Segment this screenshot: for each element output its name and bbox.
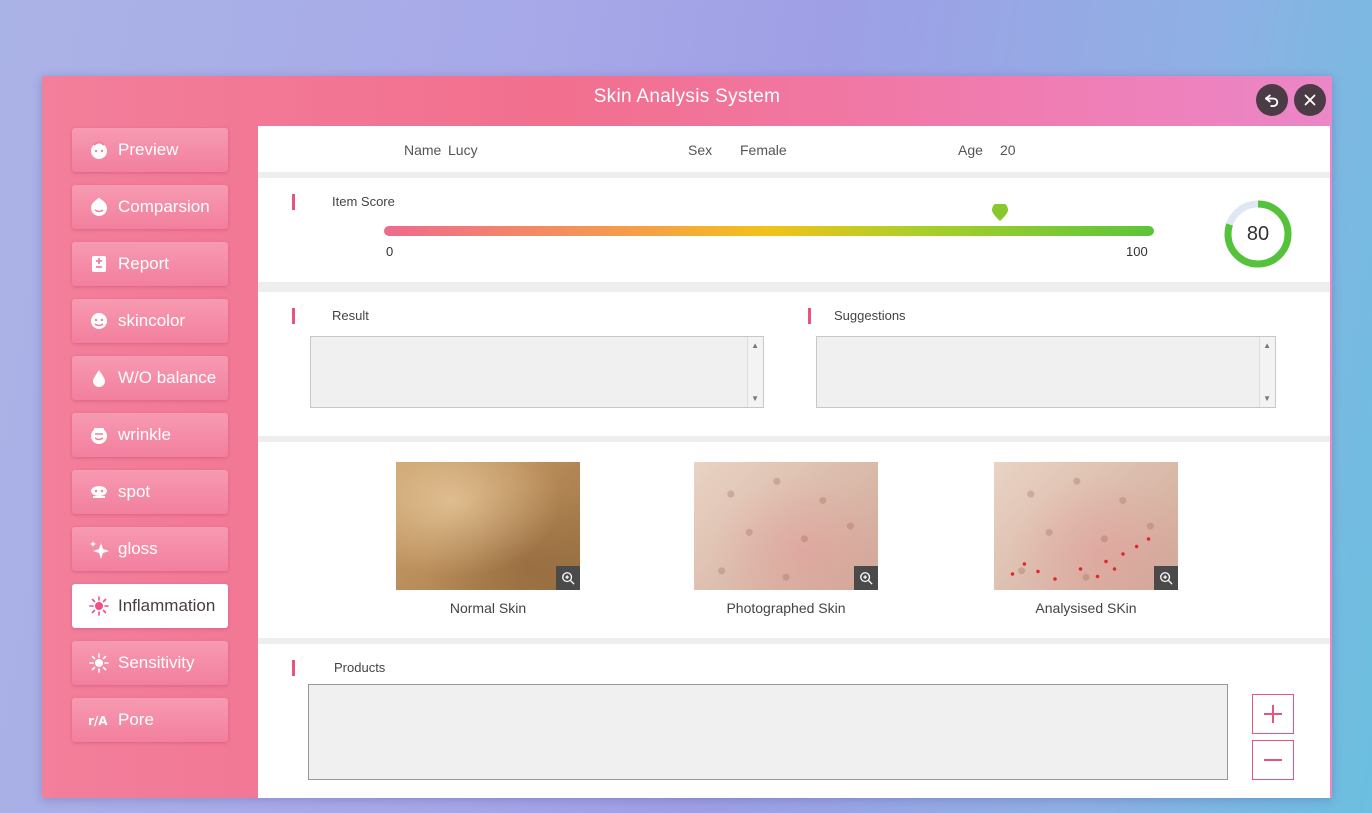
skin-images-panel: Normal Skin Photographed Skin Analysised… bbox=[258, 442, 1330, 638]
sidebar-item-spot[interactable]: spot bbox=[72, 470, 228, 514]
patient-info-bar: Name Lucy Sex Female Age 20 bbox=[258, 126, 1330, 172]
item-score-title: Item Score bbox=[332, 194, 395, 209]
scroll-up-icon[interactable]: ▲ bbox=[1263, 341, 1271, 350]
zoom-in-icon[interactable] bbox=[1154, 566, 1178, 590]
add-product-button[interactable] bbox=[1252, 694, 1294, 734]
water-drop-icon bbox=[88, 367, 110, 389]
products-list[interactable] bbox=[308, 684, 1228, 780]
normal-skin-label: Normal Skin bbox=[449, 600, 527, 616]
sidebar-item-skincolor[interactable]: skincolor bbox=[72, 299, 228, 343]
window-title: Skin Analysis System bbox=[593, 86, 781, 107]
minus-icon bbox=[1264, 759, 1282, 761]
sidebar-item-comparsion[interactable]: Comparsion bbox=[72, 185, 228, 229]
plus-icon bbox=[1264, 705, 1282, 723]
result-scrollbar[interactable]: ▲ ▼ bbox=[747, 337, 763, 407]
score-max-label: 100 bbox=[1126, 244, 1148, 259]
score-min-label: 0 bbox=[386, 244, 394, 259]
undo-icon bbox=[1265, 94, 1279, 107]
sensitivity-icon bbox=[88, 652, 110, 674]
svg-text:r/A: r/A bbox=[88, 714, 108, 728]
result-textarea[interactable]: ▲ ▼ bbox=[310, 336, 764, 408]
sidebar-item-report[interactable]: Report bbox=[72, 242, 228, 286]
wrinkle-icon bbox=[88, 424, 110, 446]
suggestions-title: Suggestions bbox=[834, 308, 906, 323]
normal-skin-image[interactable] bbox=[396, 462, 580, 590]
score-value: 80 bbox=[1246, 222, 1270, 245]
section-marker bbox=[292, 308, 295, 324]
inflammation-icon bbox=[88, 595, 110, 617]
pore-icon: r/A bbox=[88, 709, 110, 731]
photographed-skin-image[interactable] bbox=[694, 462, 878, 590]
report-icon bbox=[88, 253, 110, 275]
zoom-in-icon[interactable] bbox=[854, 566, 878, 590]
section-marker bbox=[808, 308, 811, 324]
analysed-skin-image[interactable] bbox=[994, 462, 1178, 590]
photographed-skin-label: Photographed Skin bbox=[726, 600, 846, 616]
sidebar-item-label: spot bbox=[118, 482, 151, 501]
scroll-up-icon[interactable]: ▲ bbox=[751, 341, 759, 350]
sidebar-item-label: Inflammation bbox=[118, 596, 216, 615]
sidebar-item-label: Sensitivity bbox=[118, 653, 195, 672]
undo-button[interactable] bbox=[1256, 84, 1288, 116]
sidebar-item-wrinkle[interactable]: wrinkle bbox=[72, 413, 228, 457]
face-icon bbox=[88, 139, 110, 161]
item-score-panel: Item Score 0 100 80 bbox=[258, 178, 1330, 282]
sidebar-item-label: gloss bbox=[118, 539, 158, 558]
patient-sex: Female bbox=[740, 142, 787, 158]
section-marker bbox=[292, 194, 295, 210]
sidebar-item-preview[interactable]: Preview bbox=[72, 128, 228, 172]
name-label: Name bbox=[404, 142, 442, 158]
sidebar-item-label: skincolor bbox=[118, 311, 186, 330]
score-scale-bar bbox=[384, 226, 1154, 236]
products-title: Products bbox=[334, 660, 386, 675]
sidebar-item-label: Comparsion bbox=[118, 197, 210, 216]
sidebar-item-inflammation[interactable]: Inflammation bbox=[72, 584, 228, 628]
sidebar-item-label: Pore bbox=[118, 710, 154, 729]
zoom-in-icon[interactable] bbox=[556, 566, 580, 590]
close-button[interactable] bbox=[1294, 84, 1326, 116]
face-compare-icon bbox=[88, 196, 110, 218]
scroll-down-icon[interactable]: ▼ bbox=[751, 394, 759, 403]
patient-age: 20 bbox=[1000, 142, 1016, 158]
sex-label: Sex bbox=[688, 142, 713, 158]
inflammation-overlay bbox=[1004, 534, 1174, 584]
age-label: Age bbox=[958, 142, 983, 158]
score-marker-icon bbox=[992, 204, 1008, 221]
products-panel: Products bbox=[258, 644, 1330, 798]
result-title: Result bbox=[332, 308, 369, 323]
sidebar-item-pore[interactable]: r/A Pore bbox=[72, 698, 228, 742]
suggestions-scrollbar[interactable]: ▲ ▼ bbox=[1259, 337, 1275, 407]
sidebar-item-gloss[interactable]: gloss bbox=[72, 527, 228, 571]
spot-icon bbox=[88, 481, 110, 503]
app-window: Skin Analysis System Preview Comparsion bbox=[42, 76, 1332, 798]
sidebar-item-label: wrinkle bbox=[118, 425, 171, 444]
scroll-down-icon[interactable]: ▼ bbox=[1263, 394, 1271, 403]
result-suggestions-panel: Result ▲ ▼ Suggestions ▲ ▼ bbox=[258, 292, 1330, 436]
title-bar: Skin Analysis System bbox=[42, 76, 1332, 122]
patient-name: Lucy bbox=[448, 142, 478, 158]
sidebar-item-label: Report bbox=[118, 254, 170, 273]
section-marker bbox=[292, 660, 295, 676]
close-icon bbox=[1304, 94, 1316, 106]
sidebar-item-label: W/O balance bbox=[118, 368, 217, 387]
sidebar-item-label: Preview bbox=[118, 140, 179, 159]
sidebar-item-sensitivity[interactable]: Sensitivity bbox=[72, 641, 228, 685]
suggestions-textarea[interactable]: ▲ ▼ bbox=[816, 336, 1276, 408]
sparkle-icon bbox=[88, 538, 110, 560]
main-content: Name Lucy Sex Female Age 20 Item Score 0… bbox=[258, 126, 1330, 798]
remove-product-button[interactable] bbox=[1252, 740, 1294, 780]
skincolor-icon bbox=[88, 310, 110, 332]
analysed-skin-label: Analysised SKin bbox=[1035, 600, 1137, 616]
sidebar-item-wo-balance[interactable]: W/O balance bbox=[72, 356, 228, 400]
